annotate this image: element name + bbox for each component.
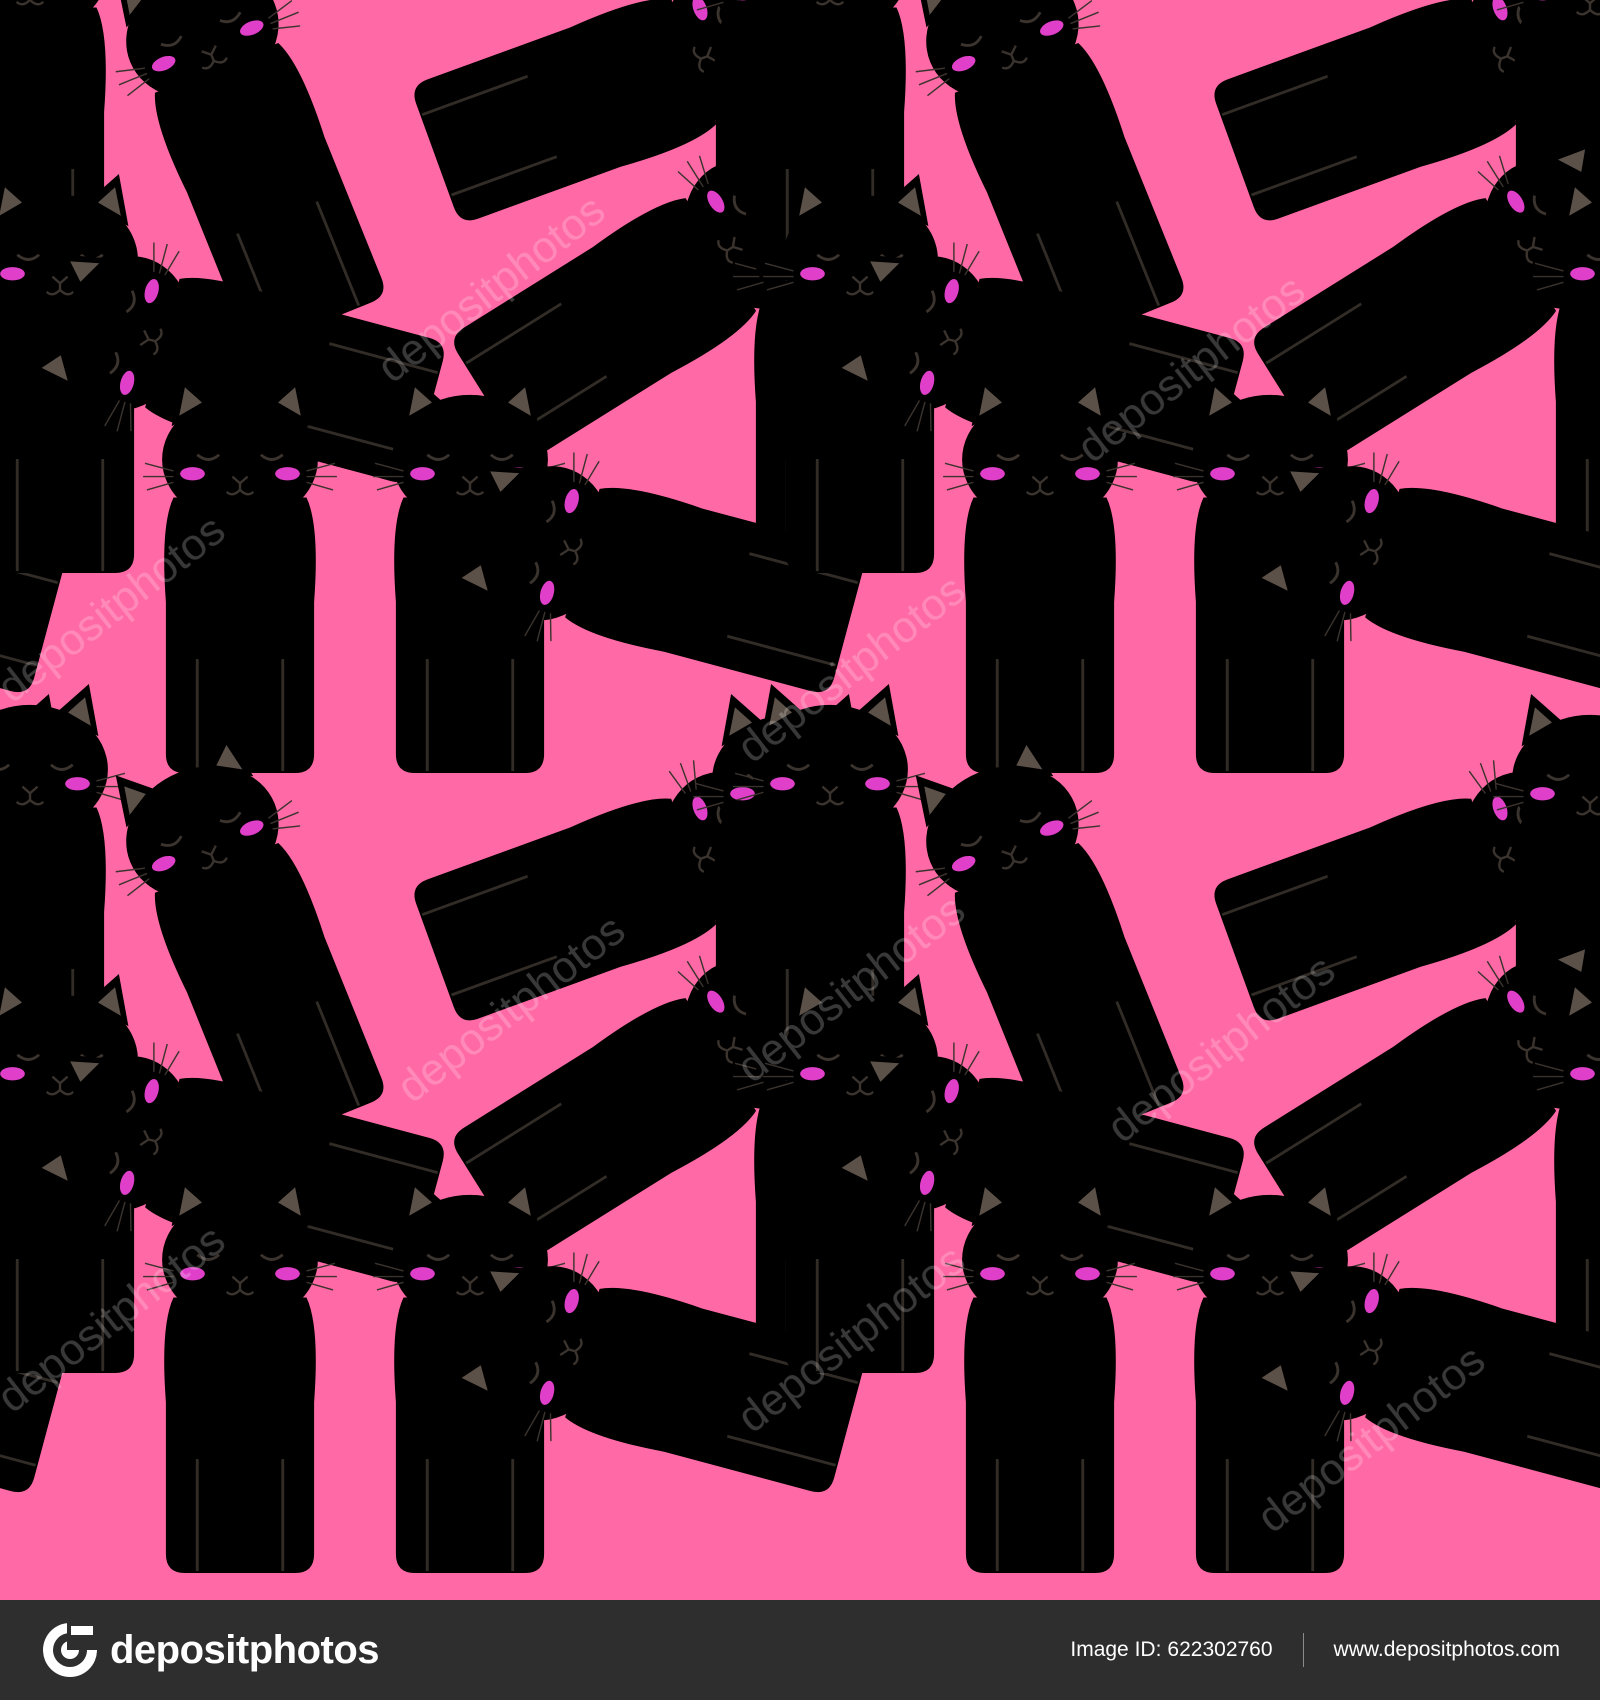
depositphotos-logo-icon — [43, 1623, 97, 1677]
footer-bar: depositphotos Image ID: 622302760 www.de… — [0, 1600, 1600, 1700]
cat-pattern-image: depositphotos depositphotos depositphotos d… — [0, 0, 1600, 1600]
footer-divider — [1302, 1633, 1304, 1667]
image-id-value: 622302760 — [1167, 1638, 1273, 1661]
site-url-link[interactable]: www.depositphotos.com — [1334, 1638, 1560, 1662]
cat-pattern-svg: depositphotosdepositphotosdepositphotosd… — [0, 0, 1600, 1600]
brand-name: depositphotos — [110, 1627, 380, 1672]
brand[interactable]: depositphotos — [40, 1620, 380, 1680]
image-id-label: Image ID: — [1070, 1638, 1162, 1661]
